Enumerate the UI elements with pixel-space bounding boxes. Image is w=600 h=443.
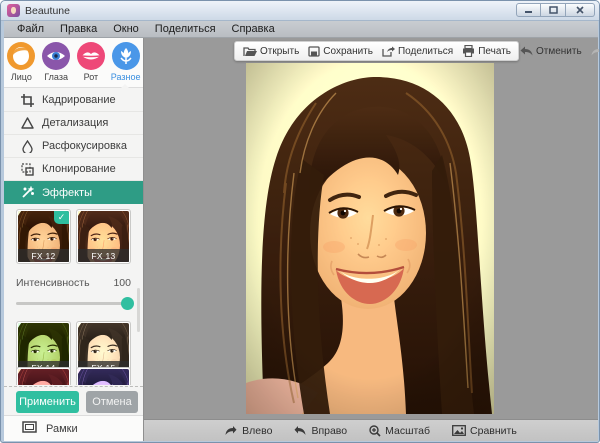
flower-icon — [111, 42, 140, 70]
redo-icon — [591, 46, 599, 56]
panel-cut-divider — [4, 386, 143, 387]
effects-scrollbar[interactable] — [137, 288, 140, 332]
canvas-area: Открыть Сохранить Поделиться Печать Отме… — [144, 38, 599, 419]
minimize-button[interactable] — [516, 3, 541, 17]
intensity-label: Интенсивность — [16, 277, 90, 289]
maximize-button[interactable] — [541, 3, 566, 17]
save-button[interactable]: Сохранить — [308, 46, 373, 57]
save-icon — [308, 45, 320, 57]
printer-icon — [463, 45, 475, 57]
tool-list: Кадрирование Детализация Расфокусировка — [4, 89, 143, 204]
zoom-icon — [369, 424, 381, 437]
minimize-icon — [525, 10, 532, 13]
compare-image-icon — [452, 425, 466, 436]
effects-panel: FX 12 ✓ FX 13 Интенсивность 100 — [4, 204, 143, 386]
open-button[interactable]: Открыть — [243, 46, 299, 57]
category-eyes[interactable]: Глаза — [40, 42, 72, 82]
compare-button[interactable]: Сравнить — [452, 425, 517, 437]
menu-bar: Файл Правка Окно Поделиться Справка — [4, 21, 598, 38]
magic-wand-icon — [20, 186, 34, 200]
close-button[interactable] — [566, 3, 595, 17]
sidebar: Лицо Глаза Рот Разное Кадрирование Детал… — [4, 38, 144, 441]
effect-thumb-partial-1[interactable] — [16, 367, 71, 385]
effect-thumb-partial-2[interactable] — [76, 367, 131, 385]
intensity-row: Интенсивность 100 — [16, 277, 131, 289]
zoom-button[interactable]: Масштаб — [369, 425, 430, 437]
app-logo-icon — [7, 4, 20, 17]
crop-icon — [20, 93, 34, 107]
tool-detail[interactable]: Детализация — [4, 112, 143, 135]
app-window: Beautune Файл Правка Окно Поделиться Спр… — [0, 0, 600, 443]
active-category-notch — [121, 84, 129, 88]
tool-defocus[interactable]: Расфокусировка — [4, 135, 143, 158]
effect-thumb-fx13[interactable]: FX 13 — [76, 209, 131, 264]
tool-clone[interactable]: Клонирование — [4, 158, 143, 181]
floating-toolbar: Открыть Сохранить Поделиться Печать Отме… — [234, 41, 599, 61]
face-icon — [7, 42, 36, 70]
close-icon — [576, 6, 584, 14]
intensity-slider[interactable] — [16, 297, 134, 310]
category-face[interactable]: Лицо — [5, 42, 37, 82]
effect-thumb-fx12[interactable]: FX 12 ✓ — [16, 209, 71, 264]
print-button[interactable]: Печать — [462, 45, 511, 57]
tool-effects[interactable]: Эффекты — [4, 181, 143, 204]
menu-edit[interactable]: Правка — [53, 22, 104, 36]
title-bar: Beautune — [1, 1, 599, 21]
photo-canvas[interactable] — [246, 63, 494, 414]
triangle-icon — [20, 116, 34, 130]
category-mouth[interactable]: Рот — [75, 42, 107, 82]
tool-crop[interactable]: Кадрирование — [4, 89, 143, 112]
eye-icon — [42, 42, 71, 70]
cancel-button[interactable]: Отмена — [86, 391, 138, 413]
menu-window[interactable]: Окно — [106, 22, 146, 36]
intensity-value: 100 — [113, 277, 131, 289]
tool-frames[interactable]: Рамки — [4, 415, 143, 441]
clone-stamp-icon — [20, 162, 34, 176]
apply-button[interactable]: Применить — [16, 391, 79, 413]
category-misc[interactable]: Разное — [110, 42, 142, 82]
rotate-left-button[interactable]: Влево — [225, 425, 272, 437]
menu-help[interactable]: Справка — [225, 22, 282, 36]
window-title: Beautune — [25, 4, 70, 17]
redo-button[interactable]: Повторить — [591, 46, 599, 57]
bottom-toolbar: Влево Вправо Масштаб Сравнить — [144, 419, 598, 441]
frame-icon — [22, 421, 37, 436]
selected-check-icon: ✓ — [54, 211, 69, 224]
menu-file[interactable]: Файл — [10, 22, 51, 36]
share-icon — [382, 46, 395, 57]
slider-handle[interactable] — [121, 297, 134, 310]
droplet-icon — [20, 139, 34, 153]
menu-share[interactable]: Поделиться — [148, 22, 223, 36]
rotate-right-icon — [294, 426, 306, 435]
lips-icon — [76, 42, 105, 70]
undo-icon — [520, 46, 533, 56]
open-folder-icon — [243, 46, 257, 56]
maximize-icon — [548, 6, 558, 14]
rotate-right-button[interactable]: Вправо — [294, 425, 347, 437]
share-button[interactable]: Поделиться — [382, 46, 453, 57]
category-row: Лицо Глаза Рот Разное — [4, 38, 143, 88]
effect-thumbs-partial-row — [4, 367, 143, 385]
undo-button[interactable]: Отменить — [520, 46, 582, 57]
rotate-left-icon — [225, 426, 237, 435]
window-controls — [516, 3, 595, 17]
